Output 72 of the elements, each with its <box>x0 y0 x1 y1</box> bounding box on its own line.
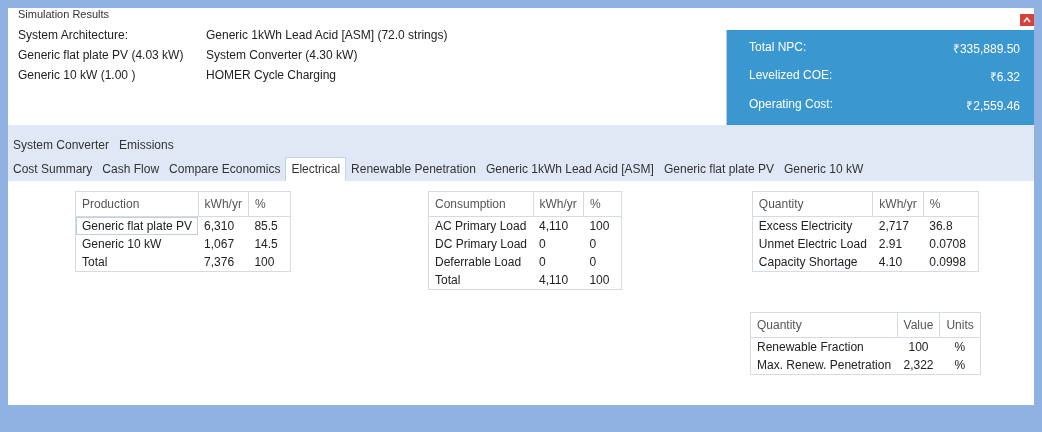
table-cell: 6,310 <box>198 216 249 235</box>
architecture-text: HOMER Cycle Charging <box>206 68 338 82</box>
table-cell: 7,376 <box>198 253 249 272</box>
summary-label: Total NPC: <box>749 40 808 56</box>
tab[interactable]: Cash Flow <box>97 158 165 181</box>
table-cell: DC Primary Load <box>428 235 534 253</box>
table-cell: 100 <box>583 271 622 290</box>
column-header[interactable]: Quantity <box>752 191 873 217</box>
column-header[interactable]: kWh/yr <box>872 191 924 217</box>
table-cell: 0.0998 <box>923 253 979 272</box>
table-cell: 0 <box>583 235 622 253</box>
column-header[interactable]: % <box>248 191 291 217</box>
tab[interactable]: Generic flat plate PV <box>658 158 779 181</box>
close-button[interactable] <box>1020 14 1034 26</box>
table-cell: 36.8 <box>923 216 979 235</box>
table-cell: 4,110 <box>533 271 584 290</box>
table-cell: % <box>939 337 981 356</box>
tab[interactable]: Cost Summary <box>8 158 98 181</box>
table-cell: 2,717 <box>872 216 924 235</box>
summary-label: Levelized COE: <box>749 68 834 85</box>
summary-value: ₹2,559.46 <box>965 97 1020 115</box>
tab[interactable]: Renewable Penetration <box>346 158 481 181</box>
table-cell: 100 <box>583 216 622 235</box>
column-header[interactable]: kWh/yr <box>198 191 249 217</box>
column-header[interactable]: kWh/yr <box>533 191 584 217</box>
table-cell-text: 0 <box>538 236 547 253</box>
table-cell: Total <box>75 253 199 272</box>
tab[interactable]: Generic 1kWh Lead Acid [ASM] <box>480 158 659 181</box>
summary-value: ₹6.32 <box>988 69 1020 87</box>
column-header[interactable]: Units <box>939 312 981 338</box>
table-cell-text: 2.91 <box>877 236 904 253</box>
table-cell: Renewable Fraction <box>750 337 898 356</box>
column-header[interactable]: Value <box>897 312 940 338</box>
table-cell: 2,322 <box>897 356 940 375</box>
tab[interactable]: Emissions <box>114 134 179 157</box>
architecture-text: Generic flat plate PV (4.03 kW) <box>18 48 185 62</box>
tab[interactable]: Compare Economics <box>164 158 286 181</box>
table-cell: 100 <box>897 337 940 356</box>
table-cell: 14.5 <box>248 235 291 253</box>
table-cell: Total <box>428 271 534 290</box>
architecture-text: System Converter (4.30 kW) <box>206 48 359 62</box>
tab[interactable]: Electrical <box>285 157 347 181</box>
table-cell: Capacity Shortage <box>752 253 873 272</box>
table-cell: 0 <box>583 253 622 271</box>
column-header[interactable]: Quantity <box>750 312 898 338</box>
table-cell: AC Primary Load <box>428 216 534 235</box>
table-cell: Generic flat plate PV <box>75 216 199 235</box>
table-cell: % <box>939 356 981 375</box>
table-cell: Excess Electricity <box>752 216 873 235</box>
window-title: Simulation Results <box>18 8 111 20</box>
column-header[interactable]: % <box>923 191 979 217</box>
tab[interactable]: Generic 10 kW <box>779 158 869 181</box>
summary-value: ₹335,889.50 <box>952 41 1020 58</box>
table-cell: 4.10 <box>872 253 924 272</box>
table-cell: Deferrable Load <box>428 253 534 271</box>
architecture-text: Generic 10 kW (1.00 ) <box>18 68 137 82</box>
table-cell: 0.0708 <box>923 235 979 253</box>
table-cell: 100 <box>248 253 291 272</box>
table-cell: 1,067 <box>198 235 249 253</box>
table-cell: Unmet Electric Load <box>752 235 873 253</box>
table-cell: Max. Renew. Penetration <box>750 356 898 375</box>
table-cell-text: 0 <box>538 254 547 271</box>
column-header[interactable]: Consumption <box>428 191 534 217</box>
table-cell: 4,110 <box>533 216 584 235</box>
tab[interactable]: System Converter <box>8 134 115 157</box>
column-header[interactable]: Production <box>75 191 199 217</box>
architecture-text: Generic 1kWh Lead Acid [ASM] (72.0 strings) <box>206 28 448 42</box>
summary-label: Operating Cost: <box>749 96 835 113</box>
table-cell: 85.5 <box>248 216 291 235</box>
architecture-text: System Architecture: <box>18 28 130 42</box>
column-header[interactable]: % <box>583 191 622 217</box>
table-cell: Generic 10 kW <box>75 235 199 253</box>
